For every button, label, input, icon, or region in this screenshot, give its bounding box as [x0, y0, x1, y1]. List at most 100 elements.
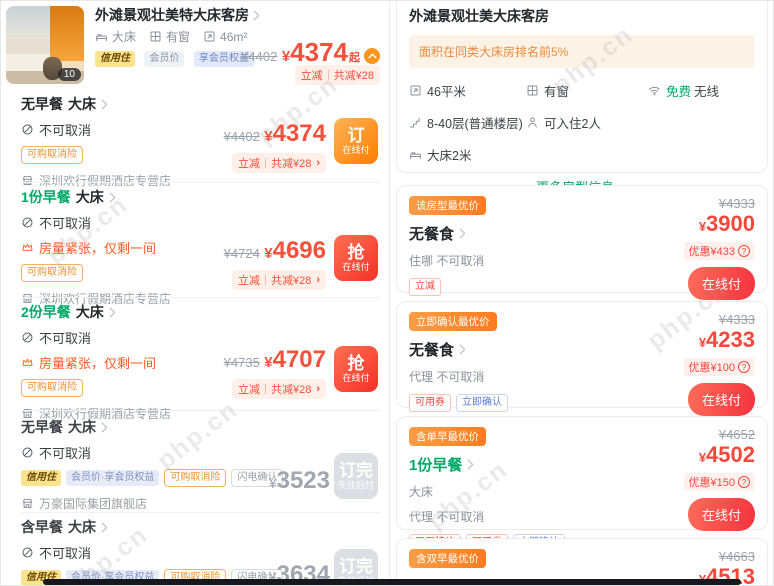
- original-price: ¥4652: [718, 427, 755, 442]
- home-indicator-bar: [43, 579, 741, 585]
- book-button-label: 抢: [347, 354, 365, 373]
- rate-option-row[interactable]: 1份早餐 大床 不可取消 房量紧张，仅剩一间 可购取消险 深圳欢行假期酒店专营店 …: [21, 187, 382, 306]
- meal-label: 无早餐: [21, 419, 63, 435]
- discount-label: 立减: [237, 158, 260, 170]
- grab-button[interactable]: 抢在线付: [334, 346, 378, 392]
- discount-pill[interactable]: 立减 共减¥28 ›: [231, 153, 326, 173]
- no-cancel-icon: [22, 332, 33, 343]
- currency-symbol: ¥: [264, 354, 273, 371]
- original-price: ¥4402: [223, 129, 260, 144]
- price-block: ¥4402 ¥4374 立减 共减¥28 ›: [224, 122, 326, 173]
- chevron-right-icon: [459, 344, 466, 355]
- room-title[interactable]: 外滩景观壮美特大床客房: [95, 5, 260, 25]
- room-specs: 大床 有窗 46m²: [95, 28, 247, 45]
- currency-symbol: ¥: [698, 219, 707, 234]
- ranking-banner: 面积在同类大床房排名前5%: [409, 35, 755, 68]
- best-price-badge: 含单早最优价: [409, 427, 486, 446]
- save-pill[interactable]: 优惠¥433?: [683, 242, 755, 260]
- current-price: 3900: [706, 211, 755, 236]
- no-cancel-icon: [22, 547, 33, 558]
- bed-icon: [410, 152, 421, 160]
- best-price-badge: 该房型最优价: [409, 196, 486, 215]
- window-icon: [527, 85, 538, 96]
- rate-card[interactable]: 立即确认最优价 无餐食 代理 不可取消 可用券 立即确认 ¥4333 ¥4233 …: [396, 301, 768, 416]
- credit-stay-tag: 信用住: [21, 470, 61, 486]
- store-icon: [22, 176, 33, 186]
- bed-label: 大床: [75, 189, 104, 205]
- pay-online-button[interactable]: 在线付: [687, 498, 755, 531]
- save-pill[interactable]: 优惠¥100?: [683, 358, 755, 376]
- bed-label: 大床: [68, 519, 96, 535]
- person-icon: [528, 117, 537, 128]
- instant-confirm-tag: 立即确认: [456, 394, 508, 412]
- original-price: ¥4402: [241, 49, 278, 64]
- chevron-right-icon: [468, 459, 474, 470]
- price-block: ¥3523: [269, 467, 330, 495]
- chevron-right-icon: [101, 422, 108, 432]
- rate-card[interactable]: 该房型最优价 无餐食 住哪 不可取消 立减 ¥4333 ¥3900 优惠¥433…: [396, 185, 768, 300]
- current-price: 4502: [706, 442, 755, 467]
- chevron-right-icon: ›: [316, 383, 320, 395]
- meal-label: 无餐食: [409, 226, 455, 243]
- discount-value: 共减¥28: [270, 158, 312, 170]
- area-icon: [204, 31, 215, 42]
- detail-room-title: 外滩景观壮美大床客房: [409, 8, 549, 24]
- book-button-label: 订完: [339, 461, 373, 480]
- pay-mode-label: 在线付: [342, 373, 370, 383]
- rate-card[interactable]: 含单早最优价 1份早餐 大床 代理 不可取消 天天特价可用券立即确认 ¥4652…: [396, 416, 768, 552]
- rate-option-row[interactable]: 无早餐 大床 不可取消 信用住 会员价·享会员权益 可购取消险 闪电确认 万豪国际集团旗…: [21, 417, 382, 511]
- price-block: ¥4333 ¥3900 优惠¥433? 在线付: [683, 196, 755, 300]
- discount-pill[interactable]: 立减 共减¥28 ›: [231, 379, 326, 399]
- price-block: ¥4652 ¥4502 优惠¥150? 在线付: [683, 427, 755, 531]
- no-cancel-icon: [22, 124, 33, 135]
- current-price: 4707: [272, 346, 326, 373]
- discount-pill[interactable]: 立减 共减¥28 ›: [231, 270, 326, 290]
- photo-count-badge: 10: [57, 68, 81, 81]
- divider: [21, 182, 380, 183]
- member-price-tag: 会员价: [144, 50, 185, 67]
- photo-wall: [6, 6, 52, 39]
- question-icon[interactable]: ?: [738, 361, 750, 373]
- discount-value: 共减¥28: [333, 70, 374, 82]
- price-suffix: 起: [349, 52, 360, 64]
- bed-icon: [96, 34, 107, 42]
- area-icon: [410, 85, 421, 96]
- pay-online-button[interactable]: 在线付: [687, 267, 755, 300]
- member-benefit-tag: 会员价·享会员权益: [66, 470, 160, 486]
- current-price: 3523: [276, 467, 330, 494]
- question-icon[interactable]: ?: [738, 245, 750, 257]
- chevron-right-icon: [109, 307, 116, 317]
- rate-option-row[interactable]: 2份早餐 大床 不可取消 房量紧张，仅剩一间 可购取消险 深圳欢行假期酒店专营店 …: [21, 302, 382, 421]
- chevron-right-icon: [101, 99, 108, 109]
- save-amount: 优惠¥433: [688, 246, 735, 258]
- currency-symbol: ¥: [264, 245, 273, 262]
- detail-window: 有窗: [544, 85, 570, 99]
- question-icon[interactable]: ?: [738, 476, 750, 488]
- room-photo[interactable]: 10: [6, 6, 84, 84]
- discount-label: 立减: [237, 275, 260, 287]
- scarcity-note: 房量紧张，仅剩一间: [39, 356, 157, 371]
- cancel-policy: 不可取消: [39, 331, 92, 346]
- chevron-right-icon: [253, 10, 260, 20]
- detail-bed: 大床2米: [427, 149, 472, 163]
- collapse-button[interactable]: [364, 48, 380, 64]
- current-price: 4233: [706, 327, 755, 352]
- divider: [21, 512, 380, 513]
- chevron-right-icon: ›: [316, 157, 320, 169]
- save-pill[interactable]: 优惠¥150?: [683, 473, 755, 491]
- divider: [21, 297, 380, 298]
- rate-option-row[interactable]: 含早餐大床 不可取消 信用住会员价·享会员权益可购取消险闪电确认 万豪国际集团旗…: [21, 517, 382, 585]
- pay-online-button[interactable]: 在线付: [687, 383, 755, 416]
- rate-option-row[interactable]: 无早餐大床 不可取消 可购取消险 深圳欢行假期酒店专营店 ¥4402 ¥4374…: [21, 94, 382, 188]
- insurance-tag: 可购取消险: [21, 379, 83, 397]
- original-price: ¥4724: [223, 246, 260, 261]
- chevron-right-icon: [109, 192, 116, 202]
- best-price-badge: 立即确认最优价: [409, 312, 497, 331]
- chevron-up-icon: [367, 53, 377, 59]
- grab-button[interactable]: 抢在线付: [334, 235, 378, 281]
- cancel-policy: 不可取消: [39, 446, 92, 461]
- meal-label: 含早餐: [21, 519, 63, 535]
- divider: [21, 410, 380, 411]
- wifi-free-label: 免费: [666, 85, 692, 99]
- book-button[interactable]: 订在线付: [334, 118, 378, 164]
